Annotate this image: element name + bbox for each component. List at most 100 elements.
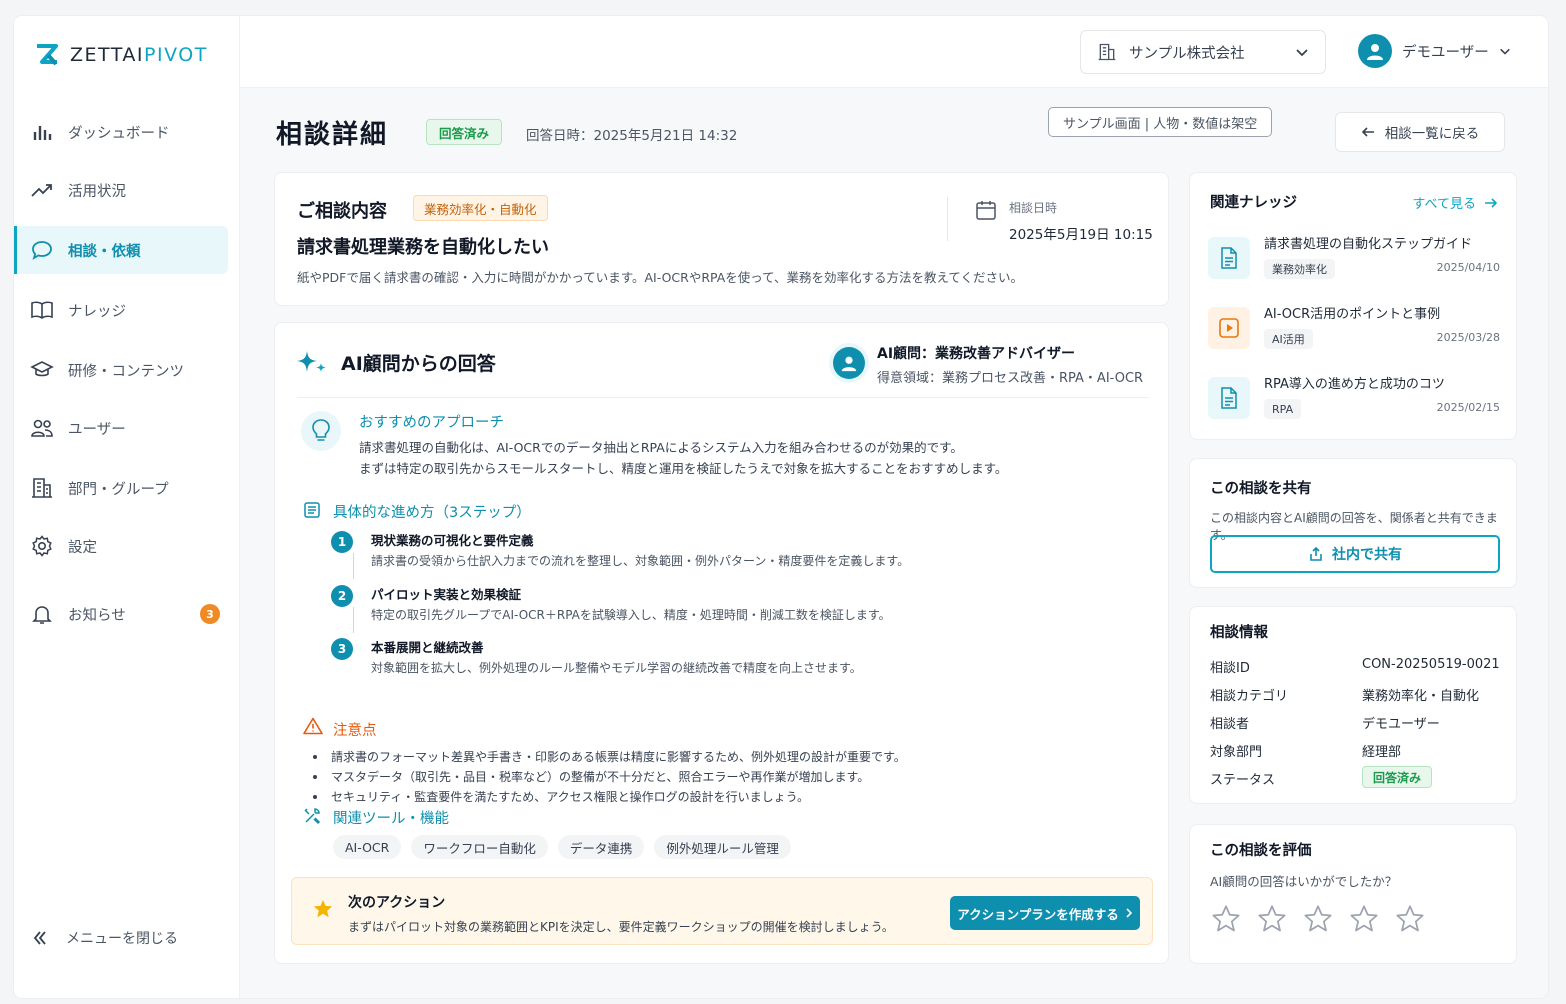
chat-icon (32, 241, 52, 260)
consultation-info-card: 相談情報 相談ID CON-20250519-0021 相談カテゴリ 業務効率化・自… (1189, 606, 1517, 804)
users-icon (31, 419, 53, 437)
rating-card: この相談を評価 AI顧問の回答はいかがでしたか？ (1189, 824, 1517, 964)
sidebar-item-departments[interactable]: 部門・グループ (14, 464, 228, 512)
see-all-link[interactable]: すべて見る (1412, 193, 1498, 212)
avatar (1358, 34, 1392, 68)
sidebar-item-label: 部門・グループ (68, 481, 169, 498)
star-outline-icon[interactable] (1256, 903, 1288, 935)
inquiry-date: 2025年5月19日 10:15 (1009, 227, 1153, 243)
sidebar-item-training[interactable]: 研修・コンテンツ (14, 346, 228, 394)
star-outline-icon[interactable] (1348, 903, 1380, 935)
logo-mark-icon (37, 44, 58, 66)
logo-text-part1: ZETTAI (70, 44, 145, 66)
book-icon (31, 301, 53, 319)
sidebar-item-label: 研修・コンテンツ (68, 363, 184, 380)
knowledge-item-tag: AI活用 (1264, 329, 1313, 349)
create-action-plan-button[interactable]: アクションプランを作成する (950, 896, 1140, 930)
knowledge-item[interactable]: AI-OCR活用のポイントと事例 AI活用 2025/03/28 (1208, 301, 1500, 357)
tools-title: 関連ツール・機能 (333, 811, 449, 827)
status-badge: 回答済み (1362, 766, 1433, 788)
logo[interactable]: ZETTAIPIVOT (34, 42, 208, 68)
back-to-list-button[interactable]: 相談一覧に戻る (1335, 112, 1505, 152)
step-connector (353, 553, 354, 579)
sidebar-item-consultation[interactable]: 相談・依頼 (14, 226, 228, 274)
star-outline-icon[interactable] (1394, 903, 1426, 935)
knowledge-item-title: 請求書処理の自動化ステップガイド (1264, 237, 1473, 252)
advisor-name: AI顧問：業務改善アドバイザー (877, 346, 1076, 362)
knowledge-item-tag: RPA (1264, 399, 1302, 419)
advisor-avatar (829, 343, 869, 383)
steps-title: 具体的な進め方（3ステップ） (333, 505, 531, 521)
tool-tag[interactable]: AI-OCR (333, 835, 402, 859)
knowledge-item-date: 2025/04/10 (1436, 261, 1500, 274)
sidebar-item-usage[interactable]: 活用状況 (14, 166, 228, 214)
tools-icon (304, 808, 321, 825)
caution-list: 請求書のフォーマット差異や手書き・印影のある帳票は精度に影響するため、例外処理の… (311, 747, 906, 807)
step-title: 本番展開と継続改善 (371, 640, 484, 655)
info-row: 相談ID CON-20250519-0021 (1210, 657, 1500, 676)
step-desc: 特定の取引先グループでAI-OCR＋RPAを試験導入し、精度・処理時間・削減工数… (371, 608, 891, 622)
share-title: この相談を共有 (1210, 481, 1312, 497)
step-number: 1 (331, 531, 353, 553)
knowledge-item[interactable]: 請求書処理の自動化ステップガイド 業務効率化 2025/04/10 (1208, 231, 1500, 287)
building-icon (1098, 43, 1116, 61)
sidebar: ZETTAIPIVOT ダッシュボード 活用状況 相談・依頼 ナレッジ 研修・コ… (14, 16, 240, 998)
trend-icon (31, 184, 52, 197)
building-icon (32, 478, 52, 498)
bell-icon (32, 606, 52, 624)
tool-tag[interactable]: 例外処理ルール管理 (654, 835, 791, 859)
sidebar-item-users[interactable]: ユーザー (14, 404, 228, 452)
star-outline-icon[interactable] (1210, 903, 1242, 935)
topbar: サンプル株式会社 デモユーザー (240, 16, 1548, 88)
knowledge-item[interactable]: RPA導入の進め方と成功のコツ RPA 2025/02/15 (1208, 371, 1500, 427)
knowledge-item-date: 2025/02/15 (1436, 401, 1500, 414)
info-value: デモユーザー (1362, 717, 1440, 732)
knowledge-item-date: 2025/03/28 (1436, 331, 1500, 344)
tool-tag[interactable]: データ連携 (557, 835, 645, 859)
sidebar-item-dashboard[interactable]: ダッシュボード (14, 108, 228, 156)
list-item: セキュリティ・監査要件を満たすため、アクセス権限と操作ログの設計を行いましょう。 (311, 787, 906, 807)
step-desc: 請求書の受領から仕訳入力までの流れを整理し、対象範囲・例外パターン・精度要件を定… (371, 554, 910, 568)
info-label: 相談カテゴリ (1210, 689, 1289, 704)
star-outline-icon[interactable] (1302, 903, 1334, 935)
info-row: 相談カテゴリ 業務効率化・自動化 (1210, 685, 1500, 704)
inquiry-card: ご相談内容 業務効率化・自動化 請求書処理業務を自動化したい 紙やPDFで届く請… (274, 172, 1169, 306)
collapse-menu-label: メニューを閉じる (66, 931, 178, 947)
graduation-cap-icon (30, 361, 54, 377)
knowledge-item-title: AI-OCR活用のポイントと事例 (1264, 307, 1441, 322)
knowledge-item-tag: 業務効率化 (1264, 259, 1335, 279)
company-selector[interactable]: サンプル株式会社 (1080, 30, 1326, 74)
share-internal-button[interactable]: 社内で共有 (1210, 535, 1500, 573)
inquiry-date-label: 相談日時 (1009, 201, 1058, 215)
step-connector (353, 607, 354, 633)
chevron-down-icon (1499, 48, 1510, 55)
sample-note: サンプル画面 | 人物・数値は架空 (1048, 107, 1273, 137)
back-to-list-label: 相談一覧に戻る (1384, 126, 1480, 142)
divider (297, 397, 1149, 398)
collapse-menu-button[interactable]: メニューを閉じる (30, 928, 178, 948)
inquiry-headline: 請求書処理業務を自動化したい (297, 237, 549, 258)
company-name: サンプル株式会社 (1129, 45, 1245, 62)
answer-title: AI顧問からの回答 (341, 353, 496, 375)
sidebar-item-label: ダッシュボード (68, 125, 170, 142)
gear-icon (32, 535, 52, 557)
sidebar-item-label: ナレッジ (68, 303, 126, 320)
document-icon (1208, 237, 1250, 279)
list-icon (304, 502, 320, 518)
knowledge-item-title: RPA導入の進め方と成功のコツ (1264, 377, 1445, 392)
rating-title: この相談を評価 (1210, 843, 1312, 859)
user-icon (841, 356, 857, 372)
sidebar-item-settings[interactable]: 設定 (14, 522, 228, 570)
approach-title: おすすめのアプローチ (359, 415, 504, 431)
chevron-down-icon (1296, 49, 1308, 57)
logo-text-part2: PIVOT (144, 44, 208, 66)
tool-tag[interactable]: ワークフロー自動化 (411, 835, 548, 859)
sidebar-item-knowledge[interactable]: ナレッジ (14, 286, 228, 334)
info-label: 相談ID (1210, 661, 1250, 676)
step-number: 3 (331, 638, 353, 660)
document-icon (1208, 377, 1250, 419)
bar-chart-icon (33, 126, 52, 140)
step-title: パイロット実装と効果検証 (371, 587, 522, 602)
user-menu[interactable]: デモユーザー (1358, 34, 1511, 68)
sidebar-item-notifications[interactable]: お知らせ 3 (14, 590, 228, 638)
